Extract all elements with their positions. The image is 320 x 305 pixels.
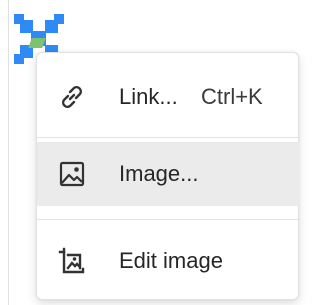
resize-handle-top-left[interactable] — [14, 14, 24, 24]
resize-handle-top-right[interactable] — [54, 14, 64, 24]
editor-canvas: Link... Ctrl+K Image... Edit image — [0, 0, 300, 305]
context-menu: Link... Ctrl+K Image... Edit image — [36, 52, 300, 300]
menu-item-label: Edit image — [119, 248, 223, 273]
menu-divider — [37, 219, 300, 220]
image-icon — [57, 159, 87, 189]
resize-handle-bottom-left[interactable] — [14, 54, 24, 64]
crop-icon — [57, 246, 87, 276]
menu-item-label: Link... — [119, 84, 178, 109]
menu-item-link[interactable]: Link... Ctrl+K — [37, 65, 300, 129]
menu-item-image[interactable]: Image... — [37, 142, 300, 206]
keyboard-shortcut: Ctrl+K — [201, 84, 263, 109]
menu-item-label: Image... — [119, 161, 199, 186]
menu-divider — [37, 137, 300, 138]
editor-margin-line — [8, 0, 9, 305]
menu-item-edit-image[interactable]: Edit image — [37, 229, 300, 293]
link-icon — [57, 82, 87, 112]
